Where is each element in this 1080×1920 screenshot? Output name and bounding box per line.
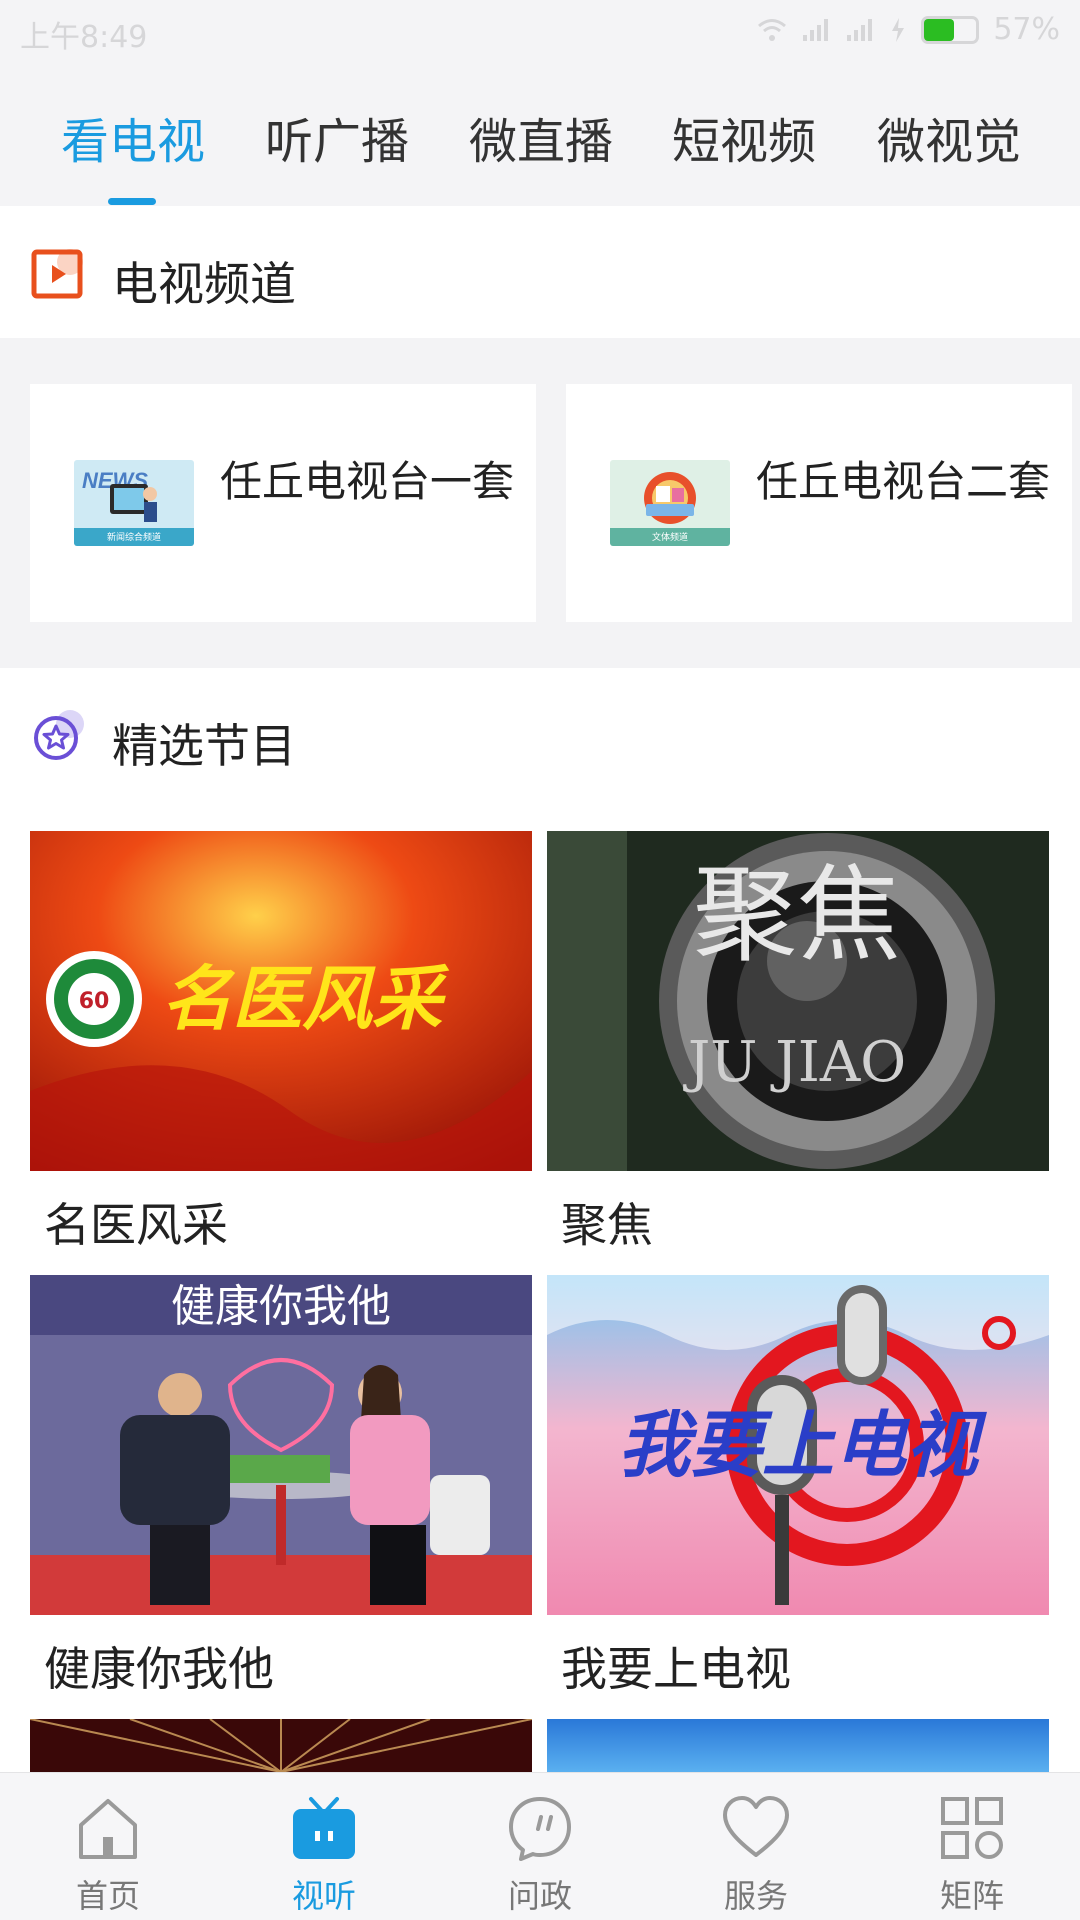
channel-name: 任丘电视台一套 [220,457,515,506]
wifi-icon [758,18,787,41]
program-card[interactable]: 健康你我他 健康你我他 [30,1275,532,1699]
channel-list: NEWS 新闻综合频道 任丘电视台一套 文体频道 任丘电视台二套 [0,338,1080,668]
nav-home[interactable]: 首页 [0,1773,216,1920]
program-card[interactable]: 60 名医风采 名医风采 [30,831,532,1255]
channel-card[interactable]: NEWS 新闻综合频道 任丘电视台一套 [30,384,536,622]
section-title: 精选节目 [112,719,296,773]
channel-card[interactable]: 文体频道 任丘电视台二套 [566,384,1072,622]
nav-av[interactable]: 视听 [216,1773,432,1920]
svg-text:名医风采: 名医风采 [162,957,450,1040]
nav-label: 视听 [291,1877,356,1915]
nav-label: 矩阵 [939,1877,1004,1915]
bottom-nav: 首页 视听 问政 服务 矩阵 [0,1772,1080,1920]
channel-name: 任丘电视台二套 [756,457,1051,506]
status-bar: 上午8:49 57% [0,0,1080,60]
battery-percent: 57% [993,12,1060,47]
tab-micro-vision[interactable]: 微视觉 [877,102,1021,172]
top-tab-bar: 看电视 听广播 微直播 短视频 微视觉 [0,60,1080,206]
program-title: 健康你我他 [44,1642,274,1696]
featured-header: 精选节目 [0,668,1080,808]
play-icon [31,249,83,299]
charging-icon [892,17,905,42]
svg-text:聚焦: 聚焦 [693,854,901,976]
program-card[interactable]: 我要上电视 我要上电视 [547,1275,1049,1699]
program-grid: 60 名医风采 名医风采 聚焦 JU JIAO 聚焦 健康你我他 健康你我他 我… [0,808,1080,1772]
program-thumbnail: 健康你我他 [30,1275,532,1615]
program-card[interactable]: 聚焦 JU JIAO 聚焦 [547,831,1049,1255]
heart-icon [723,1796,789,1857]
svg-text:60: 60 [79,989,110,1014]
svg-text:文体频道: 文体频道 [652,531,688,543]
program-thumbnail[interactable] [30,1719,532,1772]
status-icons: 57% [757,12,1060,47]
app-screen: 上午8:49 57% 看电视 听广播 微直播 短视频 微视觉 电视频道 NEWS… [0,0,1080,1920]
tab-watch-tv[interactable]: 看电视 [61,102,205,172]
program-title: 名医风采 [44,1198,228,1252]
status-time: 上午8:49 [20,20,148,55]
news-channel-icon: NEWS 新闻综合频道 [74,460,194,546]
tab-radio[interactable]: 听广播 [265,102,409,172]
nav-label: 问政 [507,1877,572,1915]
nav-label: 服务 [723,1877,788,1915]
battery-icon [921,15,980,44]
svg-text:健康你我他: 健康你我他 [171,1281,391,1332]
signal-icon [803,18,829,41]
program-title: 聚焦 [561,1198,653,1252]
nav-politics[interactable]: 问政 [432,1773,648,1920]
star-icon [34,710,84,760]
program-thumbnail: 60 名医风采 [30,831,532,1171]
nav-label: 首页 [75,1877,140,1915]
battery-level [924,18,954,41]
nav-matrix[interactable]: 矩阵 [864,1773,1080,1920]
tv-icon [293,1797,355,1859]
chat-icon [509,1797,571,1861]
home-icon [79,1799,137,1859]
nav-service[interactable]: 服务 [648,1773,864,1920]
tab-short-video[interactable]: 短视频 [672,102,816,172]
program-thumbnail: 我要上电视 [547,1275,1049,1615]
tv-channel-header: 电视频道 [0,206,1080,338]
section-title: 电视频道 [112,257,296,311]
active-tab-indicator [108,198,156,205]
program-thumbnail[interactable] [547,1719,1049,1772]
signal-icon [847,18,873,41]
tab-live[interactable]: 微直播 [469,102,613,172]
grid-icon [941,1797,1003,1859]
svg-text:我要上电视: 我要上电视 [618,1402,987,1487]
culture-channel-icon: 文体频道 [610,460,730,546]
program-title: 我要上电视 [561,1642,791,1696]
svg-text:新闻综合频道: 新闻综合频道 [107,531,161,543]
svg-text:JU JIAO: JU JIAO [683,1030,906,1095]
program-thumbnail: 聚焦 JU JIAO [547,831,1049,1171]
